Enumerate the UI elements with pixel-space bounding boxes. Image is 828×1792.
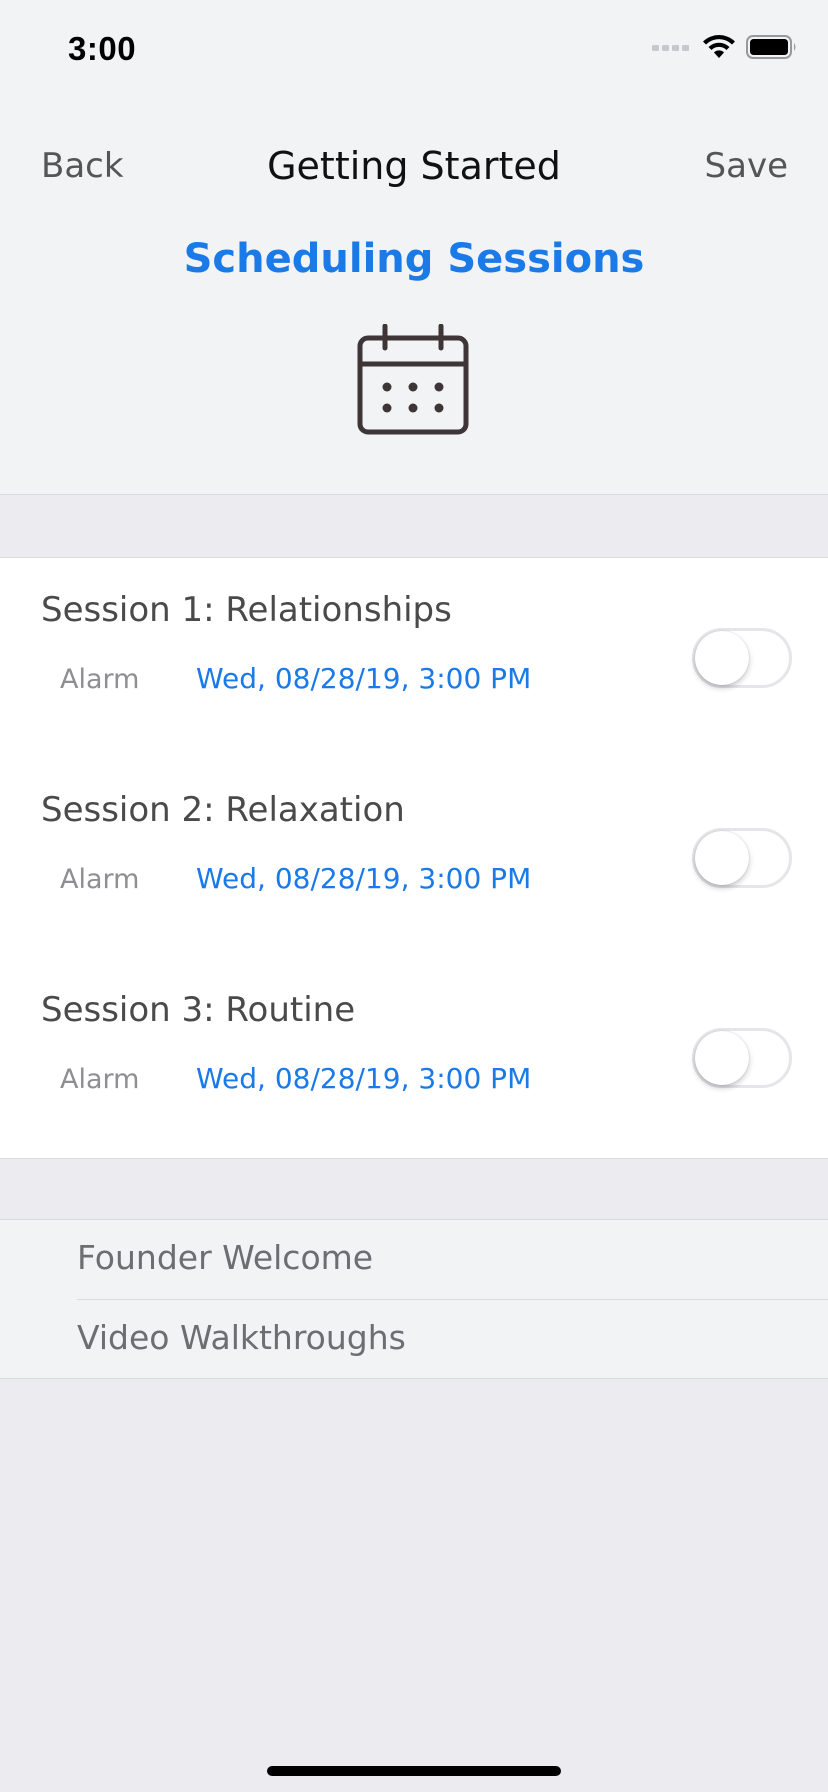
session-row-2: Session 2: Relaxation Alarm Wed, 08/28/1… <box>0 758 828 958</box>
signal-icon <box>652 45 689 51</box>
alarm-label: Alarm <box>60 1064 140 1095</box>
session-title: Session 1: Relationships <box>41 590 452 630</box>
section-title: Scheduling Sessions <box>183 236 645 282</box>
status-time: 3:00 <box>68 30 137 67</box>
status-bar: 3:00 <box>0 0 828 100</box>
session-title: Session 3: Routine <box>41 990 356 1030</box>
section-spacer <box>0 495 828 557</box>
alarm-label: Alarm <box>60 664 140 695</box>
status-icons <box>652 34 798 60</box>
toggle-knob <box>695 1031 749 1085</box>
session-2-toggle[interactable] <box>692 828 792 888</box>
sessions-list: Session 1: Relationships Alarm Wed, 08/2… <box>0 557 828 1159</box>
video-walkthroughs-link[interactable]: Video Walkthroughs <box>77 1300 828 1378</box>
link-label: Founder Welcome <box>77 1238 374 1277</box>
save-button[interactable]: Save <box>705 146 788 186</box>
session-3-toggle[interactable] <box>692 1028 792 1088</box>
calendar-icon <box>357 324 469 435</box>
links-list: Founder Welcome Video Walkthroughs <box>0 1219 828 1379</box>
session-1-toggle[interactable] <box>692 628 792 688</box>
session-title: Session 2: Relaxation <box>41 790 405 830</box>
toggle-knob <box>695 831 749 885</box>
alarm-datetime[interactable]: Wed, 08/28/19, 3:00 PM <box>196 1062 531 1095</box>
home-indicator <box>267 1766 561 1776</box>
toggle-knob <box>695 631 749 685</box>
session-row-1: Session 1: Relationships Alarm Wed, 08/2… <box>0 558 828 758</box>
session-row-3: Session 3: Routine Alarm Wed, 08/28/19, … <box>0 958 828 1158</box>
alarm-label: Alarm <box>60 864 140 895</box>
header: Back Getting Started Save Scheduling Ses… <box>0 100 828 495</box>
wifi-icon <box>703 35 735 58</box>
alarm-datetime[interactable]: Wed, 08/28/19, 3:00 PM <box>196 862 531 895</box>
section-spacer <box>0 1159 828 1219</box>
alarm-datetime[interactable]: Wed, 08/28/19, 3:00 PM <box>196 662 531 695</box>
founder-welcome-link[interactable]: Founder Welcome <box>77 1220 828 1298</box>
link-label: Video Walkthroughs <box>77 1318 406 1357</box>
battery-icon <box>746 35 796 59</box>
